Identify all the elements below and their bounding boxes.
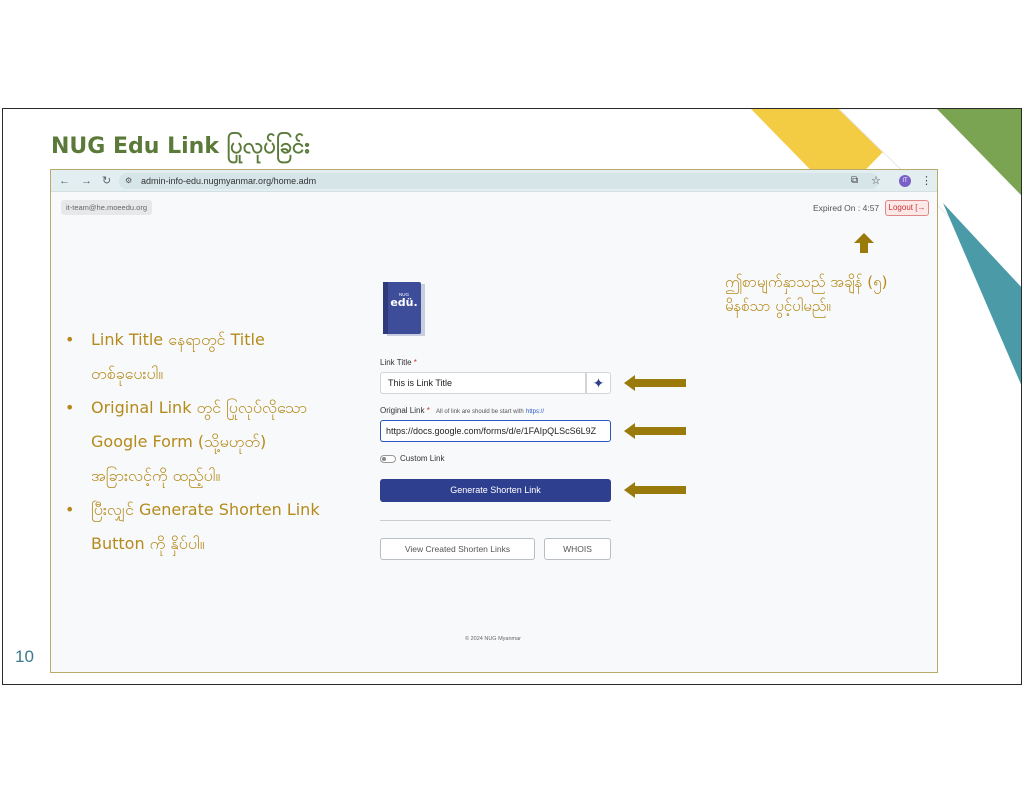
left-arrow-icon (624, 423, 686, 439)
logo-book-spine (383, 282, 388, 334)
add-title-button[interactable]: ✦ (586, 372, 611, 394)
bullet-dot: • (65, 500, 75, 519)
instruction-list: • Link Title နေရာတွင် Title တစ်ခုပေးပါ။ … (65, 323, 365, 561)
custom-link-label: Custom Link (400, 454, 445, 463)
instruction-line: တစ်ခုပေးပါ။ (91, 364, 164, 383)
original-link-hint-link: https:// (526, 409, 545, 415)
instruction-item: • Original Link တွင် ပြုလုပ်လိုသော Googl… (65, 391, 365, 493)
instruction-line: ပြီးလျှင် Generate Shorten Link (91, 500, 320, 519)
whois-button[interactable]: WHOIS (544, 538, 611, 560)
forward-arrow-icon[interactable]: → (81, 173, 92, 189)
user-email-chip: it-team@he.moeedu.org (61, 200, 152, 215)
footer-copyright: © 2024 NUG Myanmar (465, 636, 522, 642)
cast-icon[interactable]: ⧉ (851, 173, 858, 189)
url-text: admin-info-edu.nugmyanmar.org/home.adm (141, 176, 317, 186)
link-title-input[interactable] (380, 372, 586, 394)
page-number: 10 (15, 647, 34, 666)
original-link-hint: All of link are should be start with (436, 409, 524, 415)
bookmark-star-icon[interactable]: ☆ (871, 173, 881, 189)
browser-toolbar: ← → ↻ ⚙ admin-info-edu.nugmyanmar.org/ho… (51, 170, 937, 192)
slide-title: NUG Edu Link ပြုလုပ်ခြင်း (51, 134, 310, 159)
required-marker: * (411, 358, 417, 367)
instruction-item: • Link Title နေရာတွင် Title တစ်ခုပေးပါ။ (65, 323, 365, 391)
original-link-input[interactable] (380, 420, 611, 442)
slide: NUG Edu Link ပြုလုပ်ခြင်း 10 ← → ↻ ⚙ adm… (2, 108, 1022, 685)
edu-logo: NUG edü. (383, 282, 425, 336)
expiry-callout: ဤစာမျက်နှာသည် အချိန် (၅) မိနစ်သာ ပွင့်ပါ… (725, 270, 887, 318)
logo-text: edü. (390, 296, 417, 309)
reload-icon[interactable]: ↻ (102, 173, 111, 189)
site-info-icon[interactable]: ⚙ (125, 173, 132, 189)
up-arrow-icon (854, 233, 874, 253)
instruction-line: Google Form (သို့မဟုတ်) (91, 432, 267, 451)
left-arrow-icon (624, 482, 686, 498)
callout-line: မိနစ်သာ ပွင့်ပါမည်။ (725, 297, 831, 315)
callout-line: ဤစာမျက်နှာသည် အချိန် (၅) (725, 273, 888, 291)
address-bar[interactable]: ⚙ admin-info-edu.nugmyanmar.org/home.adm (119, 173, 879, 189)
left-arrow-icon (624, 375, 686, 391)
bullet-dot: • (65, 330, 75, 349)
required-marker: * (424, 406, 430, 415)
original-link-label-text: Original Link (380, 406, 425, 415)
logout-button[interactable]: Logout [→ (885, 200, 929, 216)
instruction-line: Button ကို နှိပ်ပါ။ (91, 534, 205, 553)
original-link-label: Original Link * All of link are should b… (380, 406, 544, 415)
instruction-line: Original Link တွင် ပြုလုပ်လိုသော (91, 398, 308, 417)
plus-icon: ✦ (592, 375, 605, 391)
link-title-label: Link Title * (380, 358, 417, 367)
bullet-dot: • (65, 398, 75, 417)
generate-shorten-link-button[interactable]: Generate Shorten Link (380, 479, 611, 502)
custom-link-toggle[interactable] (380, 455, 396, 463)
logout-icon: [→ (915, 203, 926, 212)
session-expiry: Expired On : 4:57 (813, 203, 880, 213)
view-created-links-button[interactable]: View Created Shorten Links (380, 538, 535, 560)
instruction-line: Link Title နေရာတွင် Title (91, 330, 265, 349)
profile-avatar[interactable]: IT (899, 175, 911, 187)
back-arrow-icon[interactable]: ← (59, 173, 70, 189)
instruction-item: • ပြီးလျှင် Generate Shorten Link Button… (65, 493, 365, 561)
link-title-label-text: Link Title (380, 358, 412, 367)
divider (380, 520, 611, 521)
toggle-knob (382, 457, 386, 461)
instruction-line: အခြားလင့်ကို ထည့်ပါ။ (91, 466, 221, 485)
menu-kebab-icon[interactable]: ⋮ (921, 173, 932, 189)
logout-label: Logout (888, 203, 913, 212)
